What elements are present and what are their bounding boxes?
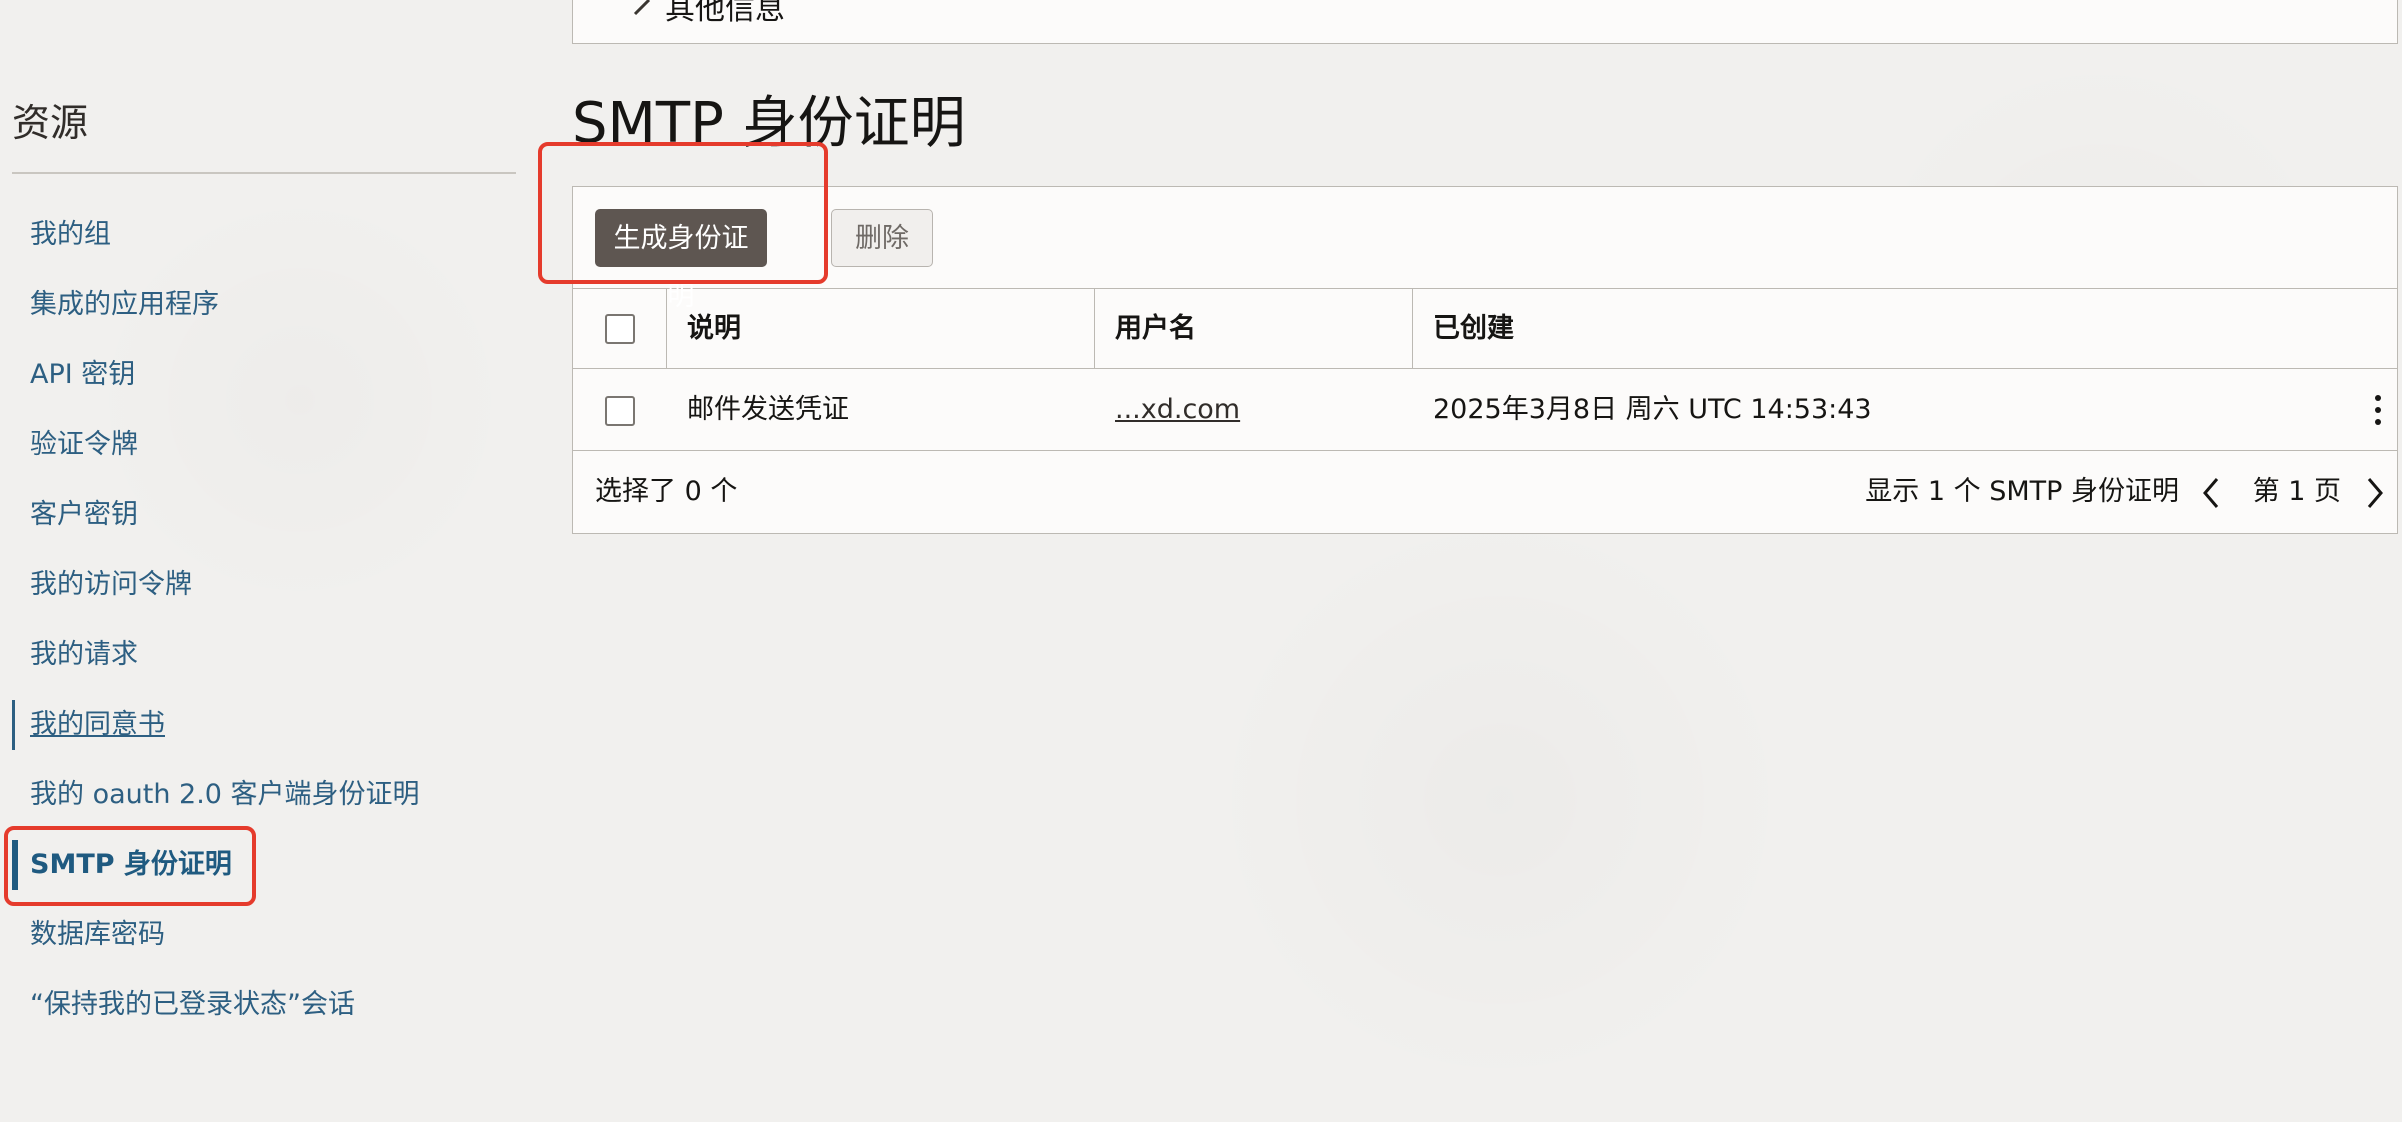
row-created: 2025年3月8日 周六 UTC 14:53:43 (1433, 394, 1872, 425)
table-footer: 选择了 0 个 显示 1 个 SMTP 身份证明 第 1 页 (573, 451, 2397, 533)
pager-summary: 显示 1 个 SMTP 身份证明 (1865, 476, 2179, 507)
selected-count: 选择了 0 个 (595, 476, 738, 507)
additional-info-panel: 其他信息 (572, 0, 2398, 44)
sidebar-item-auth-tokens[interactable]: 验证令牌 (0, 410, 540, 480)
sidebar-item-label: “保持我的已登录状态”会话 (30, 989, 355, 1020)
sidebar-item-label: API 密钥 (30, 359, 136, 390)
column-header-description[interactable]: 说明 (667, 289, 1095, 368)
sidebar-item-label: 验证令牌 (30, 429, 138, 460)
sidebar-item-my-access-tokens[interactable]: 我的访问令牌 (0, 550, 540, 620)
sidebar-item-label: 客户密钥 (30, 499, 138, 530)
highlight-generate-button (538, 142, 828, 284)
sidebar-item-label: 我的组 (30, 219, 111, 250)
sidebar-item-api-keys[interactable]: API 密钥 (0, 340, 540, 410)
column-header-username[interactable]: 用户名 (1095, 289, 1413, 368)
additional-info-label[interactable]: 其他信息 (665, 0, 785, 28)
sidebar-divider (12, 172, 516, 174)
chevron-right-icon[interactable] (629, 0, 657, 27)
row-checkbox[interactable] (605, 396, 635, 426)
sidebar-item-label: 我的同意书 (30, 709, 165, 740)
smtp-credentials-table: 生成身份证明 删除 说明 用户名 已创建 邮件发送凭证 ...xd.com 20… (572, 186, 2398, 534)
sidebar-item-integrated-apps[interactable]: 集成的应用程序 (0, 270, 540, 340)
resources-title: 资源 (12, 101, 89, 145)
row-description: 邮件发送凭证 (687, 394, 849, 425)
chevron-right-icon[interactable] (2361, 475, 2389, 511)
table-header: 说明 用户名 已创建 (573, 289, 2397, 369)
table-row: 邮件发送凭证 ...xd.com 2025年3月8日 周六 UTC 14:53:… (573, 369, 2397, 451)
select-all-cell (573, 289, 667, 368)
sidebar-item-my-consents[interactable]: 我的同意书 (0, 690, 540, 760)
sidebar-item-oauth-client-credentials[interactable]: 我的 oauth 2.0 客户端身份证明 (0, 760, 540, 830)
sidebar-item-customer-secret-keys[interactable]: 客户密钥 (0, 480, 540, 550)
sidebar-nav: 我的组 集成的应用程序 API 密钥 验证令牌 客户密钥 我的访问令牌 我的请求… (0, 200, 540, 1040)
sidebar-item-label: 我的 oauth 2.0 客户端身份证明 (30, 779, 420, 810)
sidebar-item-my-groups[interactable]: 我的组 (0, 200, 540, 270)
sidebar-item-label: 数据库密码 (30, 919, 165, 950)
kebab-menu-icon[interactable] (2373, 395, 2383, 427)
delete-button[interactable]: 删除 (831, 209, 933, 267)
row-username-link[interactable]: ...xd.com (1115, 369, 1240, 451)
highlight-smtp-nav-item (4, 826, 256, 906)
select-all-checkbox[interactable] (605, 314, 635, 344)
column-header-created[interactable]: 已创建 (1413, 289, 2397, 368)
sidebar-item-label: 我的请求 (30, 639, 138, 670)
sidebar-item-my-requests[interactable]: 我的请求 (0, 620, 540, 690)
sidebar-item-database-passwords[interactable]: 数据库密码 (0, 900, 540, 970)
chevron-left-icon[interactable] (2197, 475, 2225, 511)
sidebar-item-keep-signed-in-sessions[interactable]: “保持我的已登录状态”会话 (0, 970, 540, 1040)
current-page: 第 1 页 (2252, 476, 2341, 507)
sidebar-item-label: 我的访问令牌 (30, 569, 192, 600)
sidebar-item-label: 集成的应用程序 (30, 289, 219, 320)
table-toolbar: 生成身份证明 删除 (573, 187, 2397, 312)
